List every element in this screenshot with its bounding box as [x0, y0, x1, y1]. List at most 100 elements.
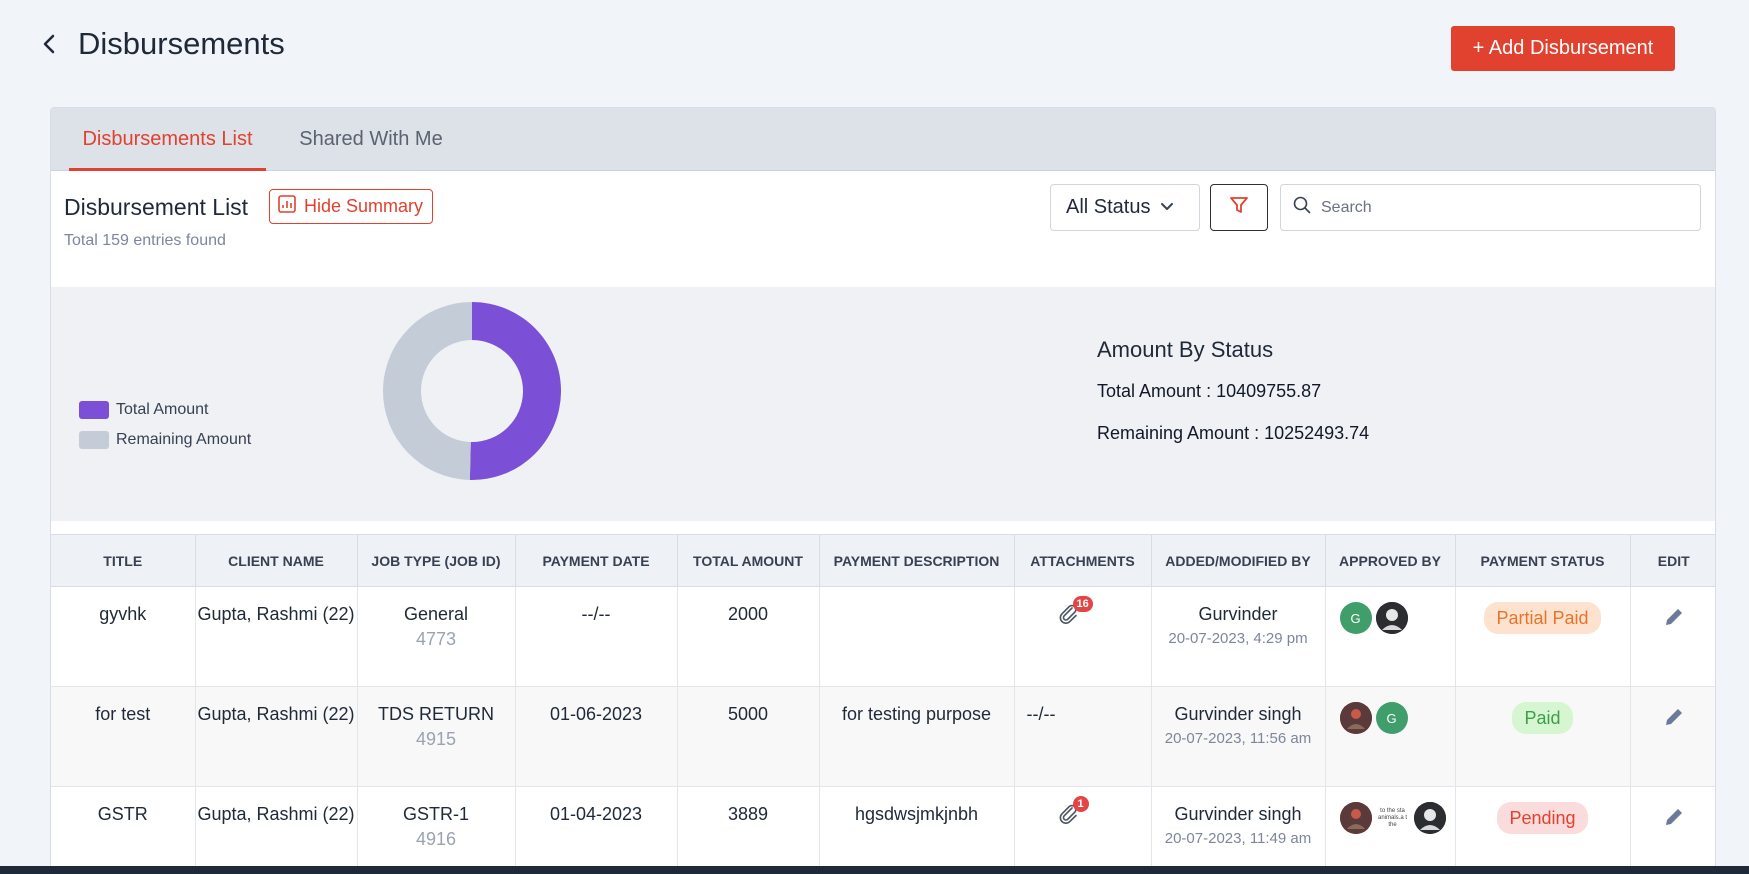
add-disbursement-button[interactable]: + Add Disbursement [1451, 26, 1675, 71]
cell-total-amount: 2000 [677, 586, 820, 687]
cell-edit [1630, 786, 1715, 873]
legend-label-remaining: Remaining Amount [116, 431, 252, 448]
cell-status: Pending [1455, 786, 1631, 873]
avatar[interactable]: G [1339, 602, 1372, 634]
cell-total-amount: 5000 [677, 686, 820, 787]
chevron-down-icon [1160, 196, 1174, 219]
search-input[interactable] [1321, 198, 1681, 217]
filter-icon [1229, 195, 1249, 220]
col-payment-description[interactable]: PAYMENT DESCRIPTION [819, 534, 1015, 587]
col-approved-by[interactable]: APPROVED BY [1325, 534, 1456, 587]
cell-job-type: GSTR-1 4916 [357, 786, 516, 873]
table-row[interactable]: for test Gupta, Rashmi (22) TDS RETURN 49… [51, 686, 1715, 787]
col-payment-date[interactable]: PAYMENT DATE [515, 534, 678, 587]
status-badge: Partial Paid [1484, 602, 1601, 634]
page-header: Disbursements + Add Disbursement [0, 0, 1749, 96]
cell-attachments: --/-- [1014, 686, 1152, 787]
cell-attachments: 1 [1014, 786, 1152, 873]
cell-added-by: Gurvinder singh 20-07-2023, 11:49 am [1151, 786, 1326, 873]
summary-panel: Total Amount Remaining Amount Amount By … [51, 287, 1715, 521]
back-arrow-icon[interactable] [36, 30, 64, 58]
avatar-photo[interactable] [1413, 802, 1446, 834]
cell-added-by: Gurvinder singh 20-07-2023, 11:56 am [1151, 686, 1326, 787]
remaining-amount-line: Remaining Amount : 10252493.74 [1097, 423, 1370, 443]
avatar-photo[interactable] [1339, 702, 1372, 734]
job-id: 4773 [415, 629, 457, 649]
page-title: Disbursements [78, 26, 285, 61]
chart-icon [278, 195, 296, 218]
legend-item-total[interactable]: Total Amount [79, 395, 251, 425]
col-attachments[interactable]: ATTACHMENTS [1014, 534, 1152, 587]
amount-by-status: Amount By Status Total Amount : 10409755… [1097, 337, 1369, 465]
cell-payment-date: --/-- [515, 586, 678, 687]
legend-swatch-total [79, 401, 109, 419]
cell-total-amount: 3889 [677, 786, 820, 873]
cell-attachments: 16 [1014, 586, 1152, 687]
status-badge: Pending [1497, 802, 1588, 834]
total-amount-line: Total Amount : 10409755.87 [1097, 381, 1322, 401]
tab-disbursements-list[interactable]: Disbursements List [69, 108, 266, 171]
cell-edit [1630, 586, 1715, 687]
amount-heading: Amount By Status [1097, 337, 1274, 362]
col-client-name[interactable]: CLIENT NAME [195, 534, 358, 587]
cell-description: for testing purpose [819, 686, 1015, 787]
col-edit: EDIT [1630, 534, 1715, 587]
cell-status: Paid [1455, 686, 1631, 787]
status-select-value: All Status [1066, 196, 1151, 218]
col-payment-status[interactable]: PAYMENT STATUS [1455, 534, 1631, 587]
cell-added-by: Gurvinder 20-07-2023, 4:29 pm [1151, 586, 1326, 687]
cell-job-type: TDS RETURN 4915 [357, 686, 516, 787]
entries-count: Total 159 entries found [64, 232, 226, 249]
job-id: 4916 [415, 829, 457, 849]
cell-title: for test [51, 686, 196, 787]
legend-label-total: Total Amount [116, 401, 209, 418]
col-title[interactable]: TITLE [51, 534, 196, 587]
job-id: 4915 [415, 729, 457, 749]
attachment-button[interactable]: 16 [1057, 596, 1093, 631]
cell-title: gyvhk [51, 586, 196, 687]
avatar-photo[interactable] [1375, 602, 1408, 634]
col-total-amount[interactable]: TOTAL AMOUNT [677, 534, 820, 587]
col-job-type[interactable]: JOB TYPE (JOB ID) [357, 534, 516, 587]
attachment-count: 16 [1072, 596, 1093, 612]
cell-approved-by: to the sta animals.a t the [1325, 786, 1456, 873]
table-row[interactable]: gyvhk Gupta, Rashmi (22) General 4773 --/… [51, 586, 1715, 687]
avatar[interactable]: G [1375, 702, 1408, 734]
bottom-bar [0, 866, 1749, 874]
edit-pencil-icon[interactable] [1663, 806, 1685, 835]
legend-swatch-remaining [79, 431, 109, 449]
cell-client: Gupta, Rashmi (22) [195, 786, 358, 873]
avatar-photo[interactable] [1339, 802, 1372, 834]
hide-summary-button[interactable]: Hide Summary [269, 189, 433, 224]
legend-item-remaining[interactable]: Remaining Amount [79, 425, 251, 455]
tab-bar: Disbursements List Shared With Me [51, 108, 1715, 171]
edit-pencil-icon[interactable] [1663, 706, 1685, 735]
disbursements-card: Disbursements List Shared With Me Disbur… [50, 107, 1716, 874]
cell-title: GSTR [51, 786, 196, 873]
search-box [1280, 184, 1701, 231]
chart-legend: Total Amount Remaining Amount [79, 395, 251, 455]
added-on: 20-07-2023, 11:56 am [1164, 730, 1312, 747]
cell-payment-date: 01-06-2023 [515, 686, 678, 787]
added-by-name: Gurvinder singh [1174, 704, 1302, 724]
avatar-text-note[interactable]: to the sta animals.a t the [1375, 802, 1410, 834]
added-on: 20-07-2023, 4:29 pm [1168, 630, 1308, 647]
status-select[interactable]: All Status [1050, 184, 1200, 231]
cell-description: hgsdwsjmkjnbh [819, 786, 1015, 873]
attachment-count: 1 [1072, 796, 1089, 812]
added-by-name: Gurvinder [1198, 604, 1278, 624]
filter-button[interactable] [1210, 184, 1268, 231]
table-row[interactable]: GSTR Gupta, Rashmi (22) GSTR-1 4916 01-04… [51, 786, 1715, 873]
donut-slice-total[interactable] [469, 302, 561, 480]
tab-shared-with-me[interactable]: Shared With Me [291, 108, 451, 171]
col-added-by[interactable]: ADDED/MODIFIED BY [1151, 534, 1326, 587]
list-title: Disbursement List [64, 194, 249, 220]
search-icon [1293, 196, 1311, 219]
hide-summary-label: Hide Summary [304, 196, 424, 216]
cell-client: Gupta, Rashmi (22) [195, 586, 358, 687]
added-by-name: Gurvinder singh [1174, 804, 1302, 824]
cell-status: Partial Paid [1455, 586, 1631, 687]
edit-pencil-icon[interactable] [1663, 606, 1685, 635]
attachment-button[interactable]: 1 [1057, 796, 1089, 831]
donut-slice-remaining[interactable] [382, 302, 472, 480]
